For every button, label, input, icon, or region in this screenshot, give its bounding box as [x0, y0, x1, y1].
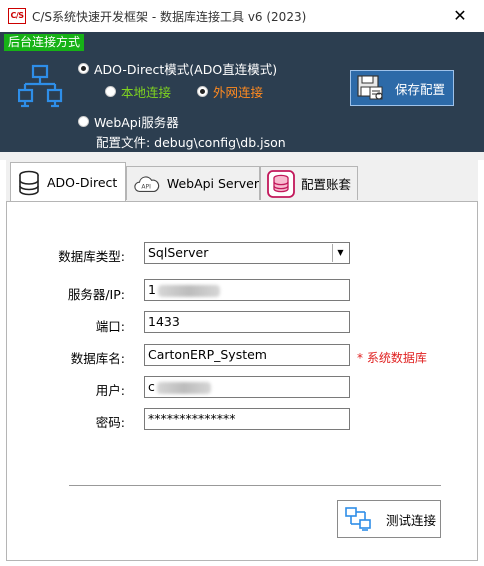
tab-ado-direct-label: ADO-Direct — [47, 175, 118, 190]
connection-mode-group-label: 后台连接方式 — [4, 34, 85, 51]
tab-ado-direct[interactable]: ADO-Direct — [10, 162, 126, 202]
window-title: C/S系统快速开发框架 - 数据库连接工具 v6 (2023) — [32, 10, 307, 24]
db-name-input[interactable]: CartonERP_System — [144, 344, 350, 366]
password-input[interactable]: ************** — [144, 408, 350, 430]
radio-dot-icon — [105, 86, 116, 97]
database-icon — [19, 170, 39, 195]
user-value: c — [148, 379, 155, 394]
radio-dot-icon — [78, 63, 89, 74]
save-config-button[interactable]: 保存配置 — [350, 70, 454, 106]
connection-mode-panel: 后台连接方式 ADO-Direct模式(ADO直连模式) 本地连接 外网连接 W… — [0, 32, 484, 152]
ado-direct-label: ADO-Direct模式(ADO直连模式) — [94, 62, 278, 77]
svg-text:API: API — [141, 183, 151, 190]
divider-line — [69, 485, 441, 486]
separator-strip — [0, 152, 484, 160]
db-type-select[interactable]: SqlServer ▼ — [144, 242, 350, 264]
radio-dot-icon — [197, 86, 208, 97]
floppy-disk-icon — [357, 75, 383, 100]
config-file-path: 配置文件: debug\config\db.json — [96, 135, 286, 150]
redaction-blur — [157, 284, 220, 297]
port-value: 1433 — [148, 314, 180, 329]
radio-dot-icon — [78, 116, 89, 127]
port-label: 端口: — [95, 319, 125, 334]
system-db-note: * 系统数据库 — [357, 351, 427, 365]
title-bar: C/S C/S系统快速开发框架 - 数据库连接工具 v6 (2023) ✕ — [0, 0, 484, 32]
test-connection-label: 测试连接 — [386, 512, 437, 528]
external-connection-label: 外网连接 — [213, 85, 264, 100]
password-label: 密码: — [95, 415, 125, 430]
server-ip-input[interactable]: 1 — [144, 279, 350, 301]
local-connection-radio[interactable]: 本地连接 — [105, 82, 171, 101]
close-button[interactable]: ✕ — [442, 4, 478, 28]
network-topology-icon — [18, 64, 63, 108]
save-config-label: 保存配置 — [395, 81, 446, 97]
local-connection-label: 本地连接 — [121, 85, 172, 100]
tab-config-account-label: 配置账套 — [301, 177, 352, 192]
user-label: 用户: — [95, 383, 125, 398]
db-name-value: CartonERP_System — [148, 347, 267, 362]
app-logo-icon: C/S — [8, 8, 26, 24]
api-cloud-icon: API — [134, 175, 160, 192]
webapi-server-radio[interactable]: WebApi服务器 — [78, 112, 179, 131]
db-type-value: SqlServer — [148, 245, 209, 260]
tab-webapi-server-label: WebApi Server — [166, 176, 259, 191]
webapi-server-label: WebApi服务器 — [94, 115, 179, 130]
db-name-label: 数据库名: — [70, 351, 125, 366]
server-ip-label: 服务器/IP: — [67, 287, 125, 302]
external-connection-radio[interactable]: 外网连接 — [197, 82, 263, 101]
tab-config-account[interactable]: 配置账套 — [260, 166, 358, 200]
db-type-label: 数据库类型: — [58, 249, 125, 264]
tab-webapi-server[interactable]: API WebApi Server — [126, 166, 260, 200]
test-connection-button[interactable]: 测试连接 — [337, 500, 441, 538]
chevron-down-icon[interactable]: ▼ — [332, 244, 348, 262]
ado-direct-radio[interactable]: ADO-Direct模式(ADO直连模式) — [78, 59, 277, 78]
password-value: ************** — [148, 411, 236, 426]
redaction-blur — [156, 381, 211, 394]
database-config-icon — [267, 169, 295, 198]
network-connection-icon — [345, 507, 371, 531]
tab-strip: ADO-Direct API WebApi Server 配置账套 — [6, 160, 478, 202]
server-ip-value: 1 — [148, 282, 156, 297]
ado-direct-tab-panel: 数据库类型: SqlServer ▼ 服务器/IP: 1 端口: 1433 数据… — [6, 201, 478, 561]
port-input[interactable]: 1433 — [144, 311, 350, 333]
user-input[interactable]: c — [144, 376, 350, 398]
